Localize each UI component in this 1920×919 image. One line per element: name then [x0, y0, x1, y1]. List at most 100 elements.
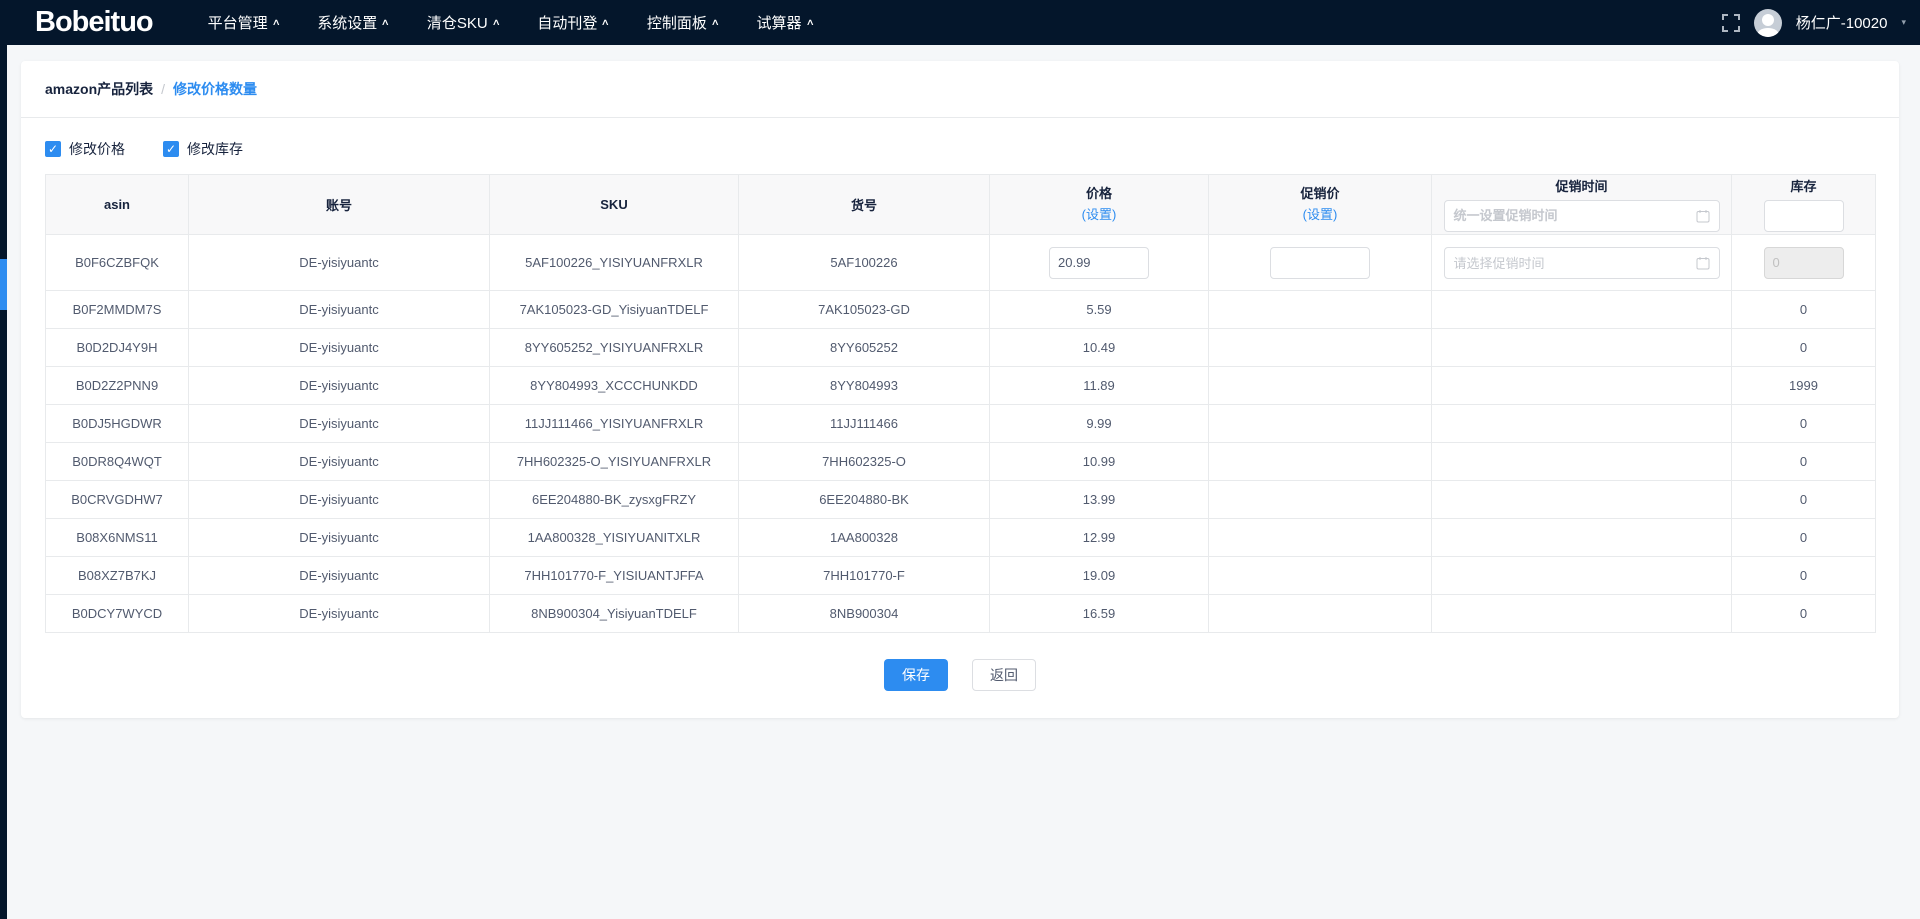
batch-stock-input[interactable] — [1764, 200, 1844, 232]
cell-sku: 7AK105023-GD_YisiyuanTDELF — [490, 291, 739, 329]
cell-price: 10.49 — [990, 329, 1209, 367]
header-promo-label: 促销价 — [1209, 185, 1431, 203]
menu-item-calculator[interactable]: 试算器 ∧ — [738, 0, 833, 45]
promo-time-input[interactable]: 请选择促销时间 — [1444, 247, 1720, 279]
cell-promo-time — [1432, 329, 1732, 367]
cell-account: DE-yisiyuantc — [189, 405, 490, 443]
save-button[interactable]: 保存 — [884, 659, 948, 691]
promo-price-input[interactable] — [1270, 247, 1370, 279]
header-promo-price: 促销价 (设置) — [1209, 175, 1432, 235]
cell-item-no: 8YY605252 — [739, 329, 990, 367]
menu-item-system-settings[interactable]: 系统设置 ∧ — [298, 0, 408, 45]
cell-asin: B0DCY7WYCD — [46, 595, 189, 633]
header-price-label: 价格 — [990, 185, 1208, 203]
cell-item-no: 8YY804993 — [739, 367, 990, 405]
fullscreen-icon[interactable] — [1722, 14, 1740, 32]
menu-item-auto-listing[interactable]: 自动刊登 ∧ — [518, 0, 628, 45]
sidebar-active-indicator — [0, 259, 7, 310]
cell-promo-price — [1209, 595, 1432, 633]
cell-promo-price — [1209, 291, 1432, 329]
cell-account: DE-yisiyuantc — [189, 443, 490, 481]
cell-promo-price — [1209, 519, 1432, 557]
table-row: B0F6CZBFQKDE-yisiyuantc5AF100226_YISIYUA… — [46, 235, 1876, 291]
cell-stock: 0 — [1732, 329, 1876, 367]
menu-item-platform[interactable]: 平台管理 ∧ — [189, 0, 299, 45]
table-row: B0D2Z2PNN9DE-yisiyuantc8YY804993_XCCCHUN… — [46, 367, 1876, 405]
modify-price-label: 修改价格 — [69, 139, 125, 159]
cell-promo-time: 请选择促销时间 — [1432, 235, 1732, 291]
cell-account: DE-yisiyuantc — [189, 557, 490, 595]
cell-price: 12.99 — [990, 519, 1209, 557]
price-input[interactable] — [1049, 247, 1149, 279]
action-buttons: 保存 返回 — [21, 633, 1899, 691]
header-stock: 库存 — [1732, 175, 1876, 235]
cell-stock: 0 — [1732, 443, 1876, 481]
header-asin: asin — [46, 175, 189, 235]
cell-sku: 6EE204880-BK_zysxgFRZY — [490, 481, 739, 519]
cell-asin: B0F6CZBFQK — [46, 235, 189, 291]
cell-item-no: 7HH101770-F — [739, 557, 990, 595]
cell-account: DE-yisiyuantc — [189, 481, 490, 519]
header-item-no: 货号 — [739, 175, 990, 235]
chevron-down-icon[interactable]: ▾ — [1901, 17, 1906, 28]
chevron-up-icon: ∧ — [805, 17, 814, 28]
modify-stock-label: 修改库存 — [187, 139, 243, 159]
price-set-link[interactable]: (设置) — [1082, 206, 1117, 224]
app-logo[interactable]: Bobeituo — [35, 6, 153, 39]
cell-stock: 0 — [1732, 291, 1876, 329]
cell-price: 5.59 — [990, 291, 1209, 329]
table-row: B08X6NMS11DE-yisiyuantc1AA800328_YISIYUA… — [46, 519, 1876, 557]
cell-promo-price — [1209, 405, 1432, 443]
cell-price: 13.99 — [990, 481, 1209, 519]
modify-stock-checkbox[interactable]: ✓ 修改库存 — [163, 139, 243, 159]
chevron-up-icon: ∧ — [271, 17, 280, 28]
cell-stock: 0 — [1732, 405, 1876, 443]
cell-asin: B0D2Z2PNN9 — [46, 367, 189, 405]
cell-asin: B0D2DJ4Y9H — [46, 329, 189, 367]
cell-item-no: 7HH602325-O — [739, 443, 990, 481]
breadcrumb: amazon产品列表 / 修改价格数量 — [21, 61, 1899, 118]
cell-item-no: 8NB900304 — [739, 595, 990, 633]
cell-price: 16.59 — [990, 595, 1209, 633]
table-row: B0DR8Q4WQTDE-yisiyuantc7HH602325-O_YISIY… — [46, 443, 1876, 481]
checkbox-checked-icon: ✓ — [163, 141, 179, 157]
user-name[interactable]: 杨仁广-10020 — [1796, 12, 1888, 33]
main-menu: 平台管理 ∧ 系统设置 ∧ 清仓SKU ∧ 自动刊登 ∧ 控制面板 ∧ 试算器 … — [189, 0, 832, 45]
modify-price-checkbox[interactable]: ✓ 修改价格 — [45, 139, 125, 159]
menu-item-control-panel[interactable]: 控制面板 ∧ — [628, 0, 738, 45]
cell-stock: 0 — [1732, 481, 1876, 519]
cell-promo-price — [1209, 329, 1432, 367]
breadcrumb-parent[interactable]: amazon产品列表 — [45, 79, 153, 99]
cell-item-no: 1AA800328 — [739, 519, 990, 557]
back-button[interactable]: 返回 — [972, 659, 1036, 691]
promo-time-placeholder: 统一设置促销时间 — [1454, 207, 1558, 225]
cell-stock: 1999 — [1732, 367, 1876, 405]
table-row: B08XZ7B7KJDE-yisiyuantc7HH101770-F_YISIU… — [46, 557, 1876, 595]
main-content: amazon产品列表 / 修改价格数量 ✓ 修改价格 ✓ 修改库存 asin — [7, 45, 1920, 718]
cell-promo-time — [1432, 443, 1732, 481]
cell-stock: 0 — [1732, 595, 1876, 633]
header-stock-label: 库存 — [1732, 178, 1875, 196]
table-body: B0F6CZBFQK DE-yisiyuantc 5AF100226_YISIYUA… — [46, 235, 1876, 633]
cell-asin: B08X6NMS11 — [46, 519, 189, 557]
navbar-right: 杨仁广-10020 ▾ — [1722, 0, 1906, 45]
table-row: B0CRVGDHW7DE-yisiyuantc6EE204880-BK_zysx… — [46, 481, 1876, 519]
filter-row: ✓ 修改价格 ✓ 修改库存 — [21, 118, 1899, 174]
cell-price: 19.09 — [990, 557, 1209, 595]
cell-promo-price — [1209, 235, 1432, 291]
cell-sku: 8YY605252_YISIYUANFRXLR — [490, 329, 739, 367]
table-row: B0F2MMDM7SDE-yisiyuantc7AK105023-GD_Yisi… — [46, 291, 1876, 329]
top-navbar: Bobeituo 平台管理 ∧ 系统设置 ∧ 清仓SKU ∧ 自动刊登 ∧ 控制… — [0, 0, 1920, 45]
breadcrumb-current: 修改价格数量 — [173, 79, 257, 99]
menu-item-clearance-sku[interactable]: 清仓SKU ∧ — [408, 0, 518, 45]
cell-sku: 5AF100226_YISIYUANFRXLR — [490, 235, 739, 291]
table-header-row: asin 账号 SKU 货号 价格 (设置) 促销价 (设置) — [46, 175, 1876, 235]
batch-promo-time-input[interactable]: 统一设置促销时间 — [1444, 200, 1720, 232]
promo-set-link[interactable]: (设置) — [1303, 206, 1338, 224]
header-sku: SKU — [490, 175, 739, 235]
cell-sku: 8YY804993_XCCCHUNKDD — [490, 367, 739, 405]
cell-account: DE-yisiyuantc — [189, 519, 490, 557]
chevron-up-icon: ∧ — [601, 17, 610, 28]
user-avatar[interactable] — [1754, 9, 1782, 37]
collapsed-sidebar[interactable] — [0, 45, 7, 919]
